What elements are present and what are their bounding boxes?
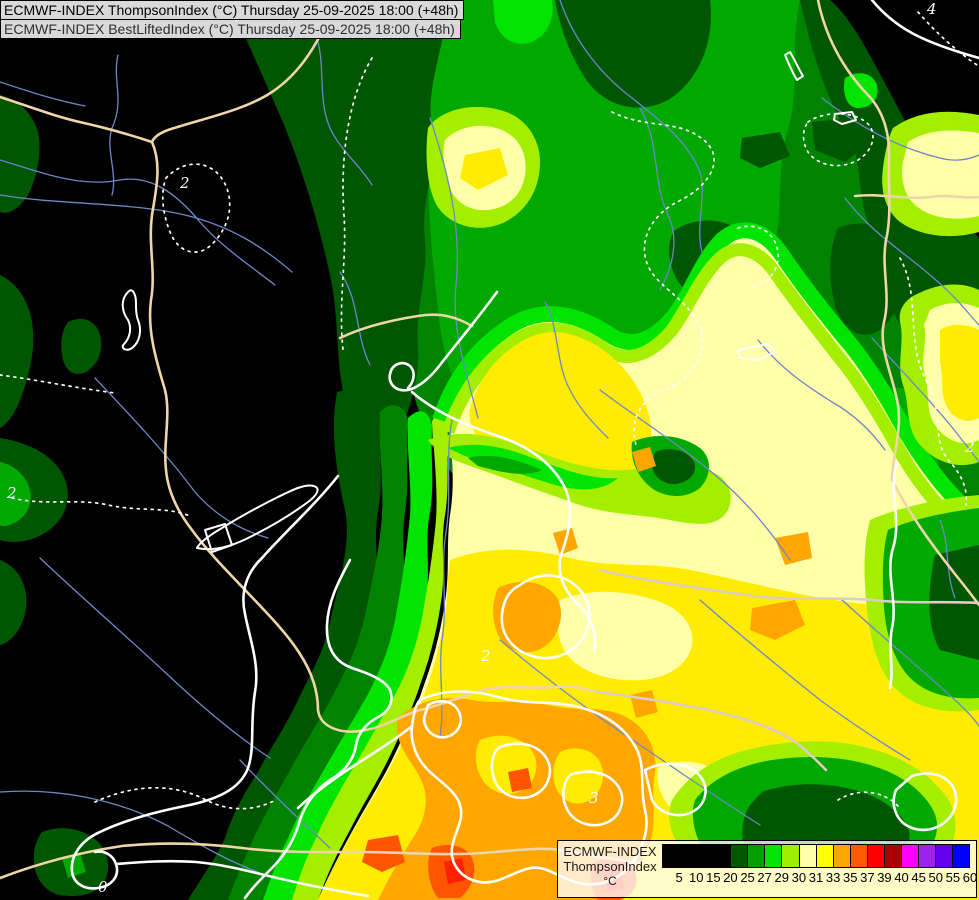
legend-cell — [816, 845, 834, 867]
header: ECMWF-INDEX ThompsonIndex (°C) Thursday … — [0, 0, 465, 39]
legend-cell — [867, 845, 885, 867]
hot-spot — [508, 768, 532, 792]
contour-label: 2 — [964, 438, 975, 456]
legend-panel: ECMWF-INDEX ThompsonIndex °C 5 10 15 20 25 27… — [557, 840, 977, 898]
legend-tick: 50 — [928, 870, 943, 885]
red-core — [444, 858, 466, 884]
legend-tick: 31 — [808, 870, 824, 885]
legend-cell — [748, 845, 766, 867]
contour-label: 2 — [6, 484, 17, 502]
legend-cell — [782, 845, 800, 867]
legend-unit: °C — [603, 874, 617, 888]
legend-cell — [799, 845, 817, 867]
legend-tick: 35 — [842, 870, 858, 885]
legend-cell — [663, 845, 681, 867]
legend-tick: 29 — [774, 870, 789, 885]
legend-cell — [714, 845, 732, 867]
contour-label: 2 — [480, 647, 491, 665]
legend-tick: 45 — [911, 870, 926, 885]
weather-map: 2222304 — [0, 0, 979, 900]
legend-tick: 33 — [825, 870, 841, 885]
legend-tick: 30 — [791, 870, 807, 885]
legend-tick: 15 — [706, 870, 721, 885]
contour-label: 4 — [926, 0, 937, 18]
legend-title-model: ECMWF-INDEX — [563, 844, 657, 859]
legend-tick: 20 — [723, 870, 738, 885]
contour-label: 2 — [179, 174, 190, 192]
legend-cell — [884, 845, 902, 867]
legend-colorbar — [662, 844, 970, 868]
header-title-thompson: ECMWF-INDEX ThompsonIndex (°C) Thursday … — [0, 0, 465, 20]
legend-tick: 55 — [945, 870, 961, 885]
legend-cell — [697, 845, 715, 867]
legend-tick: 40 — [894, 870, 909, 885]
legend-cell — [680, 845, 698, 867]
legend-title-index: ThompsonIndex — [563, 859, 657, 874]
header-title-bestlifted: ECMWF-INDEX BestLiftedIndex (°C) Thursda… — [0, 19, 461, 39]
legend-cell — [901, 845, 919, 867]
legend-cell — [765, 845, 783, 867]
legend-ticks: 5 10 15 20 25 27 29 30 31 33 35 37 39 40 45 50 55 60 — [662, 868, 977, 886]
legend-tick: 10 — [688, 870, 704, 885]
legend-tick: 37 — [860, 870, 875, 885]
legend-tick: 25 — [740, 870, 755, 885]
contour-label: 3 — [589, 789, 599, 807]
contour-label: 0 — [98, 878, 108, 896]
legend-cell — [833, 845, 851, 867]
legend-bar-wrap: 5 10 15 20 25 27 29 30 31 33 35 37 39 40 45 50 55 60 — [662, 841, 977, 897]
legend-tick: 5 — [675, 870, 683, 885]
legend-cell — [850, 845, 868, 867]
legend-tick: 27 — [757, 870, 772, 885]
legend-tick: 39 — [877, 870, 892, 885]
legend-cell — [953, 845, 970, 867]
legend-titles: ECMWF-INDEX ThompsonIndex °C — [558, 841, 662, 897]
legend-tick: 60 — [962, 870, 978, 885]
map-regions — [0, 0, 979, 900]
weather-map-screenshot: 2222304 ECMWF-INDEX ThompsonIndex (°C) T… — [0, 0, 979, 900]
legend-cell — [918, 845, 936, 867]
legend-cell — [731, 845, 749, 867]
legend-cell — [936, 845, 954, 867]
